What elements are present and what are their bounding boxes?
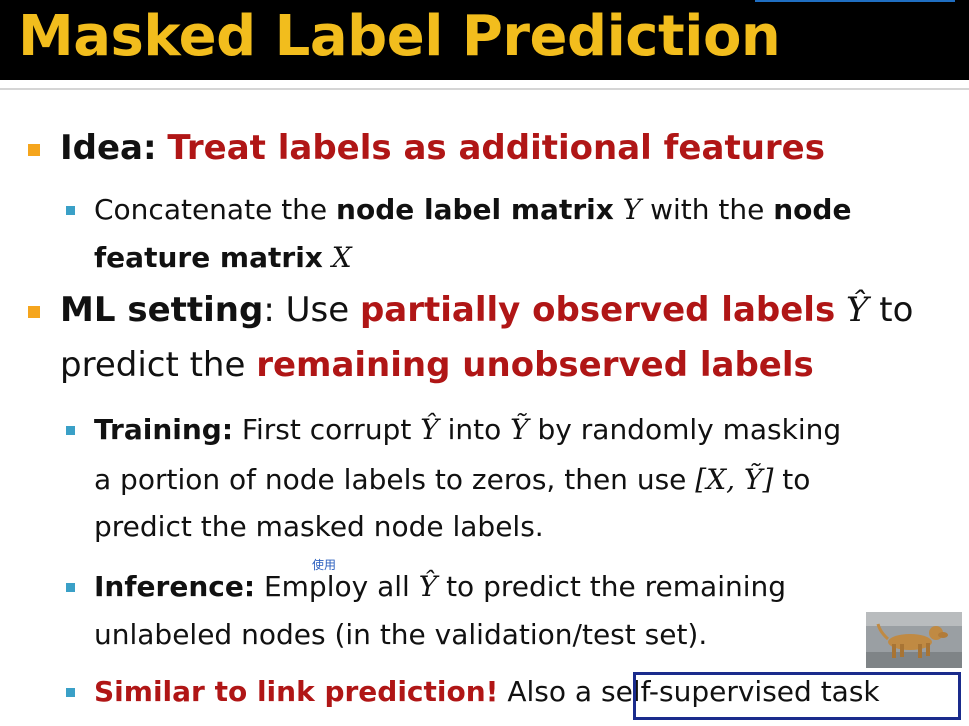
inference-label: Inference: xyxy=(94,570,256,603)
text-bold: node xyxy=(773,193,852,226)
text-bold: feature matrix xyxy=(94,241,323,274)
text: a portion of node labels to zeros, then … xyxy=(94,463,696,496)
similar-label: Similar to link prediction! xyxy=(94,675,499,708)
math-ytilde: Ỹ xyxy=(510,413,529,446)
divider xyxy=(0,88,969,90)
bullet-marker xyxy=(28,306,40,318)
text-red: partially observed labels xyxy=(359,290,836,330)
highlight-box xyxy=(633,672,961,720)
text: to xyxy=(868,290,914,330)
dog-photo xyxy=(866,612,962,668)
training-line2: a portion of node labels to zeros, then … xyxy=(94,463,810,496)
math-x: X xyxy=(322,241,352,274)
text: with the xyxy=(641,193,774,226)
inference-line2: unlabeled nodes (in the validation/test … xyxy=(94,618,708,651)
sub-bullet-marker xyxy=(66,688,75,697)
text-bold: node label matrix xyxy=(336,193,614,226)
ml-setting-label: ML setting xyxy=(60,290,264,330)
sub-bullet-marker xyxy=(66,426,75,435)
idea-label: Idea: xyxy=(60,128,157,168)
math-y: Y xyxy=(613,193,642,226)
text: Also a xyxy=(498,675,601,708)
text: Concatenate the xyxy=(94,193,337,226)
top-link-underline xyxy=(755,0,955,2)
sub-bullet-marker xyxy=(66,583,75,592)
text: into xyxy=(438,413,511,446)
bullet-marker xyxy=(28,144,40,156)
math-yhat: Ŷ xyxy=(418,570,438,603)
text: Employ all xyxy=(255,570,419,603)
slide-title: Masked Label Prediction xyxy=(18,4,781,69)
text-red: remaining unobserved labels xyxy=(256,345,814,385)
text: to xyxy=(773,463,811,496)
training-line3: predict the masked node labels. xyxy=(94,510,544,543)
idea-text: Treat labels as additional features xyxy=(167,128,825,168)
text: to predict the remaining xyxy=(437,570,787,603)
math-yhat: Ŷ xyxy=(835,290,869,330)
idea-sub-line1: Concatenate the node label matrix Y with… xyxy=(94,193,851,226)
math-yhat: Ŷ xyxy=(420,413,439,446)
text: : Use xyxy=(263,290,360,330)
sub-bullet-marker xyxy=(66,206,75,215)
text: by randomly masking xyxy=(528,413,842,446)
inference-line1: Inference: Employ all Ŷ to predict the r… xyxy=(94,570,786,603)
bullet-ml-setting-line1: ML setting: Use partially observed label… xyxy=(60,290,913,330)
text: First corrupt xyxy=(233,413,421,446)
training-line1: Training: First corrupt Ŷ into Ỹ by rand… xyxy=(94,413,841,446)
math-concat: [X, Ỹ] xyxy=(695,463,774,496)
bullet-idea: Idea: Treat labels as additional feature… xyxy=(60,128,825,168)
text: predict the xyxy=(60,345,257,385)
bullet-ml-setting-line2: predict the remaining unobserved labels xyxy=(60,345,814,385)
idea-sub-line2: feature matrix X xyxy=(94,241,352,274)
title-bar: Masked Label Prediction xyxy=(0,0,969,80)
training-label: Training: xyxy=(94,413,234,446)
